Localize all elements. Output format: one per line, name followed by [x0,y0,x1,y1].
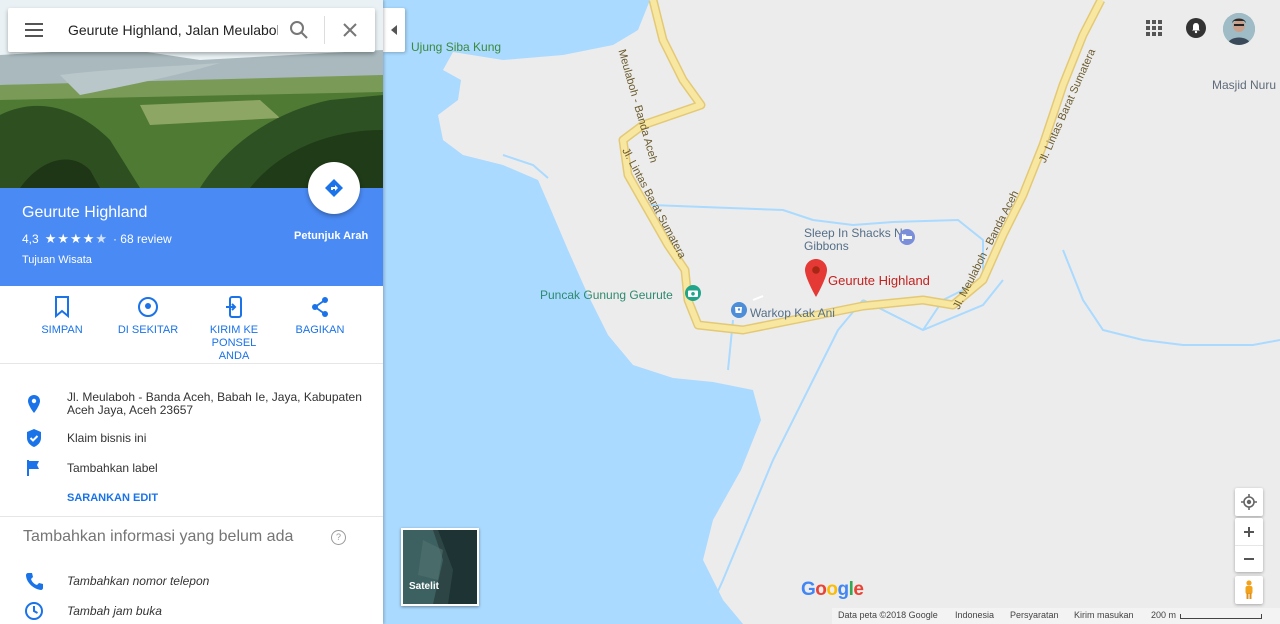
street-view-pegman-button[interactable] [1235,576,1263,604]
place-category[interactable]: Tujuan Wisata [22,254,92,266]
scale-bar [1180,614,1262,619]
divider [0,363,383,364]
close-icon[interactable] [342,22,358,38]
pegman-icon [1245,580,1253,599]
attribution-bar: Data peta ©2018 Google Indonesia Persyar… [832,608,1280,624]
directions-label[interactable]: Petunjuk Arah [294,230,368,242]
camera-icon[interactable] [685,285,701,301]
half-star-icon: ★ [95,231,108,246]
scale-label[interactable]: 200 m [1151,610,1176,620]
directions-button[interactable] [308,162,360,214]
add-label-text: Tambahkan label [67,461,158,475]
star-icon: ★ [44,231,58,246]
poi-sleep-label[interactable]: Sleep In Shacks N Gibbons [804,227,904,253]
satellite-toggle[interactable]: Satelit [401,528,479,606]
share-button[interactable]: BAGIKAN [275,296,365,337]
mosque-label[interactable]: Masjid Nuru [1212,78,1276,92]
rating-value: 4,3 [22,232,39,246]
claim-business-text: Klaim bisnis ini [67,431,147,445]
user-avatar[interactable] [1223,13,1255,45]
plus-icon [1244,526,1254,537]
star-icon: ★ [57,231,70,246]
my-location-button[interactable] [1235,488,1263,516]
rating-stars[interactable]: ★★★★★ [45,231,108,247]
search-icon[interactable] [289,20,309,40]
place-side-panel: Geurute Highland, Jalan Meulaboh - Banda… [0,0,383,624]
add-phone-text: Tambahkan nomor telepon [67,574,210,588]
map-canvas[interactable]: Ujung Siba Kung Masjid Nuru Meulaboh - B… [383,0,1280,624]
star-icon: ★ [70,231,83,246]
verified-shield-icon [27,429,41,447]
add-hours-text: Tambah jam buka [67,604,162,618]
nearby-icon [138,297,158,317]
location-pin-icon[interactable] [805,259,827,297]
terms-link[interactable]: Persyaratan [1010,610,1059,620]
send-to-phone-button[interactable]: KIRIM KE PONSEL ANDA [189,296,279,363]
hotel-icon[interactable] [899,229,915,245]
location-pin-icon [28,395,40,413]
cafe-icon[interactable] [731,302,747,318]
poi-warkop-label[interactable]: Warkop Kak Ani [750,307,835,320]
help-icon[interactable]: ? [331,530,346,545]
place-title: Geurute Highland [22,204,148,221]
clock-icon [25,602,43,620]
rating-row: 4,3 ★★★★★ · 68 review [22,231,172,247]
send-to-phone-icon [226,296,242,318]
suggest-edit-link[interactable]: SARANKAN EDIT [67,492,158,504]
map-data-credit: Data peta ©2018 Google [838,610,938,620]
water-label: Ujung Siba Kung [411,40,502,54]
directions-icon [325,179,343,197]
country-label: Indonesia [955,610,995,620]
search-divider [324,16,325,44]
zoom-controls [1235,518,1263,572]
caret-left-icon [391,25,397,35]
send-to-phone-label: KIRIM KE PONSEL ANDA [209,324,259,362]
save-button[interactable]: SIMPAN [17,296,107,337]
google-logo: Google [801,579,864,600]
star-icon: ★ [82,231,96,246]
satellite-label: Satelit [409,581,440,592]
collapse-panel-button[interactable] [383,8,405,52]
address-text: Jl. Meulaboh - Banda Aceh, Babah Ie, Jay… [67,390,362,417]
bookmark-icon [55,296,69,318]
poi-puncak-label[interactable]: Puncak Gunung Geurute [540,288,673,302]
review-count[interactable]: · 68 review [113,232,172,246]
nearby-label: DI SEKITAR [117,324,179,336]
zoom-out-button[interactable] [1235,546,1263,572]
apps-grid-icon[interactable] [1145,19,1165,39]
search-box: Geurute Highland, Jalan Meulaboh - Banda… [8,8,375,52]
feedback-link[interactable]: Kirim masukan [1074,610,1134,620]
action-bar: SIMPAN DI SEKITAR KIRIM KE PONSEL ANDA B… [0,296,383,362]
share-icon [312,297,328,317]
search-input[interactable]: Geurute Highland, Jalan Meulaboh - Banda… [68,22,278,38]
nearby-button[interactable]: DI SEKITAR [103,296,193,337]
divider [0,516,383,517]
menu-hamburger-icon[interactable] [24,22,44,38]
crosshair-icon [1241,494,1257,510]
selected-place-label[interactable]: Geurute Highland [828,273,930,288]
minus-icon [1244,557,1254,560]
phone-icon [26,573,43,590]
zoom-in-button[interactable] [1235,519,1263,546]
notifications-bell-icon[interactable] [1186,18,1206,38]
save-label: SIMPAN [41,324,83,336]
satellite-thumbnail [403,530,477,604]
share-label: BAGIKAN [295,324,345,336]
flag-icon [27,460,39,476]
missing-info-heading: Tambahkan informasi yang belum ada [23,528,294,545]
